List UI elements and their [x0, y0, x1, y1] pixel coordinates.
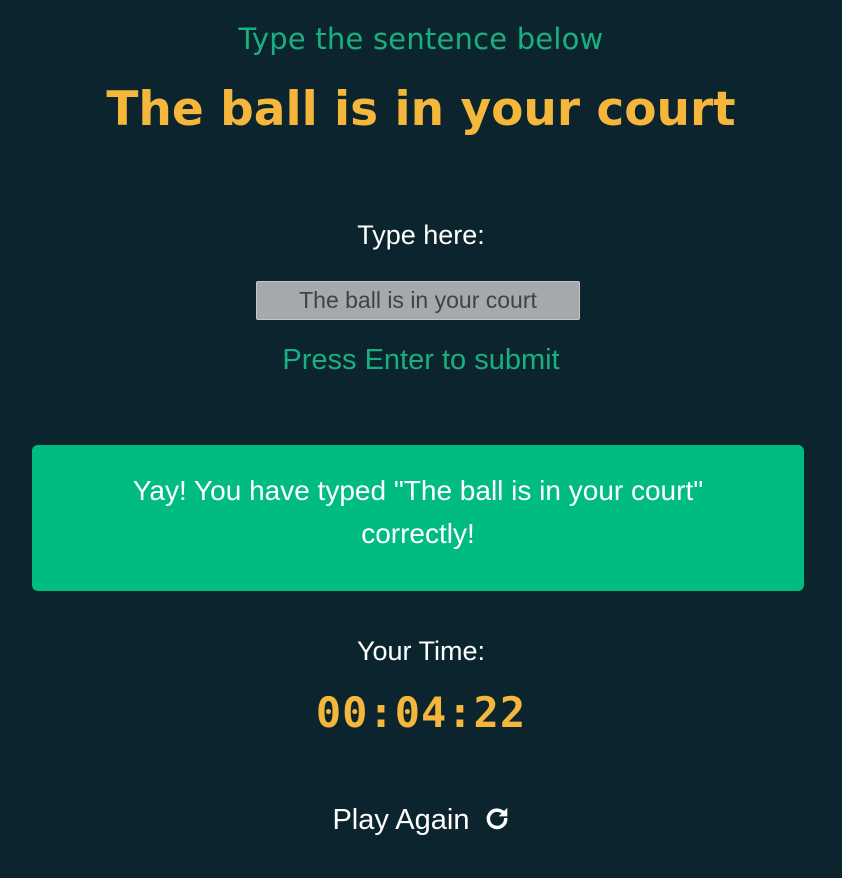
success-message-line2: correctly!	[361, 518, 475, 549]
submit-hint: Press Enter to submit	[282, 344, 560, 376]
your-time-label: Your Time:	[356, 636, 486, 666]
typing-input-wrapper	[256, 281, 580, 320]
instruction-text: Type the sentence below	[238, 22, 604, 56]
success-message-line1: Yay! You have typed "The ball is in your…	[132, 475, 704, 506]
target-sentence: The ball is in your court	[106, 82, 736, 137]
play-again-button[interactable]: Play Again	[0, 804, 842, 839]
typing-input[interactable]	[256, 281, 580, 320]
refresh-icon	[484, 805, 510, 839]
play-again-label: Play Again	[332, 804, 470, 836]
success-message: Yay! You have typed "The ball is in your…	[31, 444, 805, 592]
type-here-label: Type here:	[357, 220, 485, 250]
time-value: 00:04:22	[315, 688, 527, 737]
